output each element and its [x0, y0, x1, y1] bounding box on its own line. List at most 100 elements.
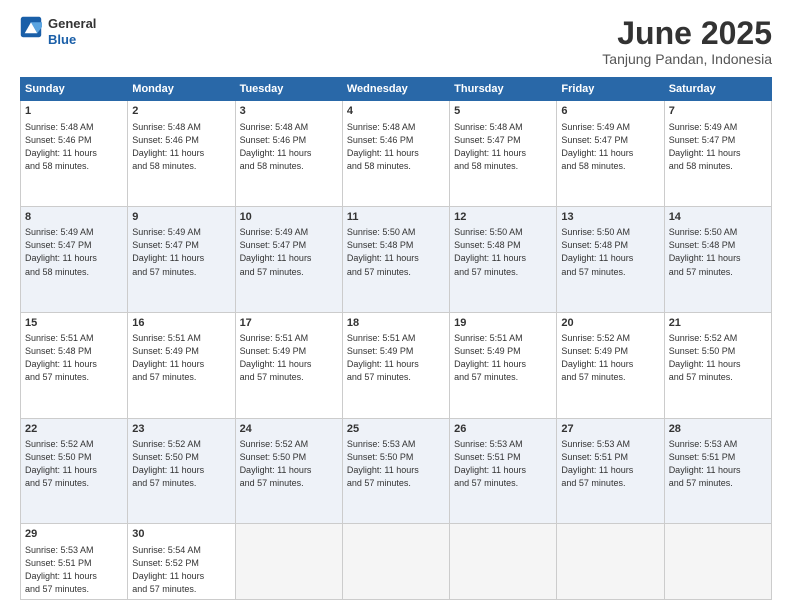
day-info: Sunrise: 5:53 AM Sunset: 5:51 PM Dayligh…	[561, 438, 659, 490]
day-info: Sunrise: 5:48 AM Sunset: 5:46 PM Dayligh…	[347, 121, 445, 173]
calendar-day-header: Thursday	[450, 78, 557, 101]
day-number: 10	[240, 210, 338, 225]
calendar-week-row: 8Sunrise: 5:49 AM Sunset: 5:47 PM Daylig…	[21, 206, 772, 312]
calendar-day-cell: 26Sunrise: 5:53 AM Sunset: 5:51 PM Dayli…	[450, 418, 557, 524]
calendar-day-cell: 3 Sunrise: 5:48 AM Sunset: 5:46 PM Daylig…	[235, 101, 342, 207]
calendar-day-cell: 1 Sunrise: 5:48 AM Sunset: 5:46 PM Daylig…	[21, 101, 128, 207]
calendar-day-cell: 8Sunrise: 5:49 AM Sunset: 5:47 PM Daylig…	[21, 206, 128, 312]
day-number: 2	[132, 104, 230, 119]
day-number: 4	[347, 104, 445, 119]
day-number: 12	[454, 210, 552, 225]
calendar-day-cell	[664, 524, 771, 600]
calendar-day-cell: 11Sunrise: 5:50 AM Sunset: 5:48 PM Dayli…	[342, 206, 449, 312]
logo-icon	[20, 16, 42, 38]
day-info: Sunrise: 5:49 AM Sunset: 5:47 PM Dayligh…	[25, 226, 123, 278]
day-number: 27	[561, 422, 659, 437]
calendar-day-cell: 4 Sunrise: 5:48 AM Sunset: 5:46 PM Daylig…	[342, 101, 449, 207]
day-info: Sunrise: 5:48 AM Sunset: 5:46 PM Dayligh…	[240, 121, 338, 173]
day-info: Sunrise: 5:52 AM Sunset: 5:49 PM Dayligh…	[561, 332, 659, 384]
calendar-week-row: 29Sunrise: 5:53 AM Sunset: 5:51 PM Dayli…	[21, 524, 772, 600]
calendar-day-cell: 28Sunrise: 5:53 AM Sunset: 5:51 PM Dayli…	[664, 418, 771, 524]
calendar-day-cell: 19Sunrise: 5:51 AM Sunset: 5:49 PM Dayli…	[450, 312, 557, 418]
day-info: Sunrise: 5:53 AM Sunset: 5:50 PM Dayligh…	[347, 438, 445, 490]
calendar-day-cell	[235, 524, 342, 600]
calendar-day-cell: 14Sunrise: 5:50 AM Sunset: 5:48 PM Dayli…	[664, 206, 771, 312]
day-number: 21	[669, 316, 767, 331]
day-number: 5	[454, 104, 552, 119]
calendar-day-cell: 9Sunrise: 5:49 AM Sunset: 5:47 PM Daylig…	[128, 206, 235, 312]
calendar-day-cell: 20Sunrise: 5:52 AM Sunset: 5:49 PM Dayli…	[557, 312, 664, 418]
logo-blue-text: Blue	[48, 32, 96, 48]
calendar-day-cell: 18Sunrise: 5:51 AM Sunset: 5:49 PM Dayli…	[342, 312, 449, 418]
day-number: 9	[132, 210, 230, 225]
day-info: Sunrise: 5:49 AM Sunset: 5:47 PM Dayligh…	[669, 121, 767, 173]
day-info: Sunrise: 5:52 AM Sunset: 5:50 PM Dayligh…	[240, 438, 338, 490]
day-info: Sunrise: 5:54 AM Sunset: 5:52 PM Dayligh…	[132, 544, 230, 596]
day-info: Sunrise: 5:50 AM Sunset: 5:48 PM Dayligh…	[454, 226, 552, 278]
day-info: Sunrise: 5:48 AM Sunset: 5:46 PM Dayligh…	[132, 121, 230, 173]
calendar-location: Tanjung Pandan, Indonesia	[602, 51, 772, 67]
day-number: 8	[25, 210, 123, 225]
logo-general-text: General	[48, 16, 96, 32]
day-info: Sunrise: 5:52 AM Sunset: 5:50 PM Dayligh…	[25, 438, 123, 490]
day-info: Sunrise: 5:49 AM Sunset: 5:47 PM Dayligh…	[240, 226, 338, 278]
day-info: Sunrise: 5:52 AM Sunset: 5:50 PM Dayligh…	[669, 332, 767, 384]
day-number: 3	[240, 104, 338, 119]
calendar-day-cell: 13Sunrise: 5:50 AM Sunset: 5:48 PM Dayli…	[557, 206, 664, 312]
day-number: 18	[347, 316, 445, 331]
day-number: 26	[454, 422, 552, 437]
day-number: 28	[669, 422, 767, 437]
calendar-day-header: Wednesday	[342, 78, 449, 101]
calendar-day-header: Friday	[557, 78, 664, 101]
day-info: Sunrise: 5:48 AM Sunset: 5:47 PM Dayligh…	[454, 121, 552, 173]
calendar-day-header: Sunday	[21, 78, 128, 101]
calendar-day-cell: 24Sunrise: 5:52 AM Sunset: 5:50 PM Dayli…	[235, 418, 342, 524]
header: General Blue June 2025 Tanjung Pandan, I…	[20, 16, 772, 67]
day-info: Sunrise: 5:51 AM Sunset: 5:49 PM Dayligh…	[347, 332, 445, 384]
day-info: Sunrise: 5:53 AM Sunset: 5:51 PM Dayligh…	[669, 438, 767, 490]
calendar-day-cell: 12Sunrise: 5:50 AM Sunset: 5:48 PM Dayli…	[450, 206, 557, 312]
day-info: Sunrise: 5:48 AM Sunset: 5:46 PM Dayligh…	[25, 121, 123, 173]
calendar-day-header: Saturday	[664, 78, 771, 101]
calendar-day-cell	[557, 524, 664, 600]
day-info: Sunrise: 5:50 AM Sunset: 5:48 PM Dayligh…	[669, 226, 767, 278]
logo-text: General Blue	[48, 16, 96, 47]
day-number: 22	[25, 422, 123, 437]
day-number: 14	[669, 210, 767, 225]
calendar-day-cell: 7 Sunrise: 5:49 AM Sunset: 5:47 PM Daylig…	[664, 101, 771, 207]
day-number: 25	[347, 422, 445, 437]
title-block: June 2025 Tanjung Pandan, Indonesia	[602, 16, 772, 67]
day-number: 11	[347, 210, 445, 225]
day-info: Sunrise: 5:51 AM Sunset: 5:49 PM Dayligh…	[132, 332, 230, 384]
day-info: Sunrise: 5:51 AM Sunset: 5:49 PM Dayligh…	[454, 332, 552, 384]
day-number: 7	[669, 104, 767, 119]
calendar-day-cell	[342, 524, 449, 600]
calendar-week-row: 1 Sunrise: 5:48 AM Sunset: 5:46 PM Daylig…	[21, 101, 772, 207]
calendar-day-cell: 30Sunrise: 5:54 AM Sunset: 5:52 PM Dayli…	[128, 524, 235, 600]
day-number: 15	[25, 316, 123, 331]
calendar-day-cell: 2 Sunrise: 5:48 AM Sunset: 5:46 PM Daylig…	[128, 101, 235, 207]
day-number: 23	[132, 422, 230, 437]
day-info: Sunrise: 5:50 AM Sunset: 5:48 PM Dayligh…	[561, 226, 659, 278]
day-info: Sunrise: 5:53 AM Sunset: 5:51 PM Dayligh…	[454, 438, 552, 490]
calendar-week-row: 22Sunrise: 5:52 AM Sunset: 5:50 PM Dayli…	[21, 418, 772, 524]
day-number: 6	[561, 104, 659, 119]
calendar-day-cell	[450, 524, 557, 600]
day-info: Sunrise: 5:51 AM Sunset: 5:49 PM Dayligh…	[240, 332, 338, 384]
day-info: Sunrise: 5:52 AM Sunset: 5:50 PM Dayligh…	[132, 438, 230, 490]
calendar-header-row: SundayMondayTuesdayWednesdayThursdayFrid…	[21, 78, 772, 101]
day-number: 20	[561, 316, 659, 331]
calendar-day-cell: 21Sunrise: 5:52 AM Sunset: 5:50 PM Dayli…	[664, 312, 771, 418]
calendar-day-cell: 27Sunrise: 5:53 AM Sunset: 5:51 PM Dayli…	[557, 418, 664, 524]
calendar-day-cell: 17Sunrise: 5:51 AM Sunset: 5:49 PM Dayli…	[235, 312, 342, 418]
logo: General Blue	[20, 16, 96, 47]
day-number: 1	[25, 104, 123, 119]
day-number: 13	[561, 210, 659, 225]
day-info: Sunrise: 5:50 AM Sunset: 5:48 PM Dayligh…	[347, 226, 445, 278]
calendar-day-cell: 22Sunrise: 5:52 AM Sunset: 5:50 PM Dayli…	[21, 418, 128, 524]
calendar-day-header: Monday	[128, 78, 235, 101]
day-number: 24	[240, 422, 338, 437]
calendar-title: June 2025	[602, 16, 772, 51]
calendar-day-cell: 29Sunrise: 5:53 AM Sunset: 5:51 PM Dayli…	[21, 524, 128, 600]
day-info: Sunrise: 5:49 AM Sunset: 5:47 PM Dayligh…	[132, 226, 230, 278]
